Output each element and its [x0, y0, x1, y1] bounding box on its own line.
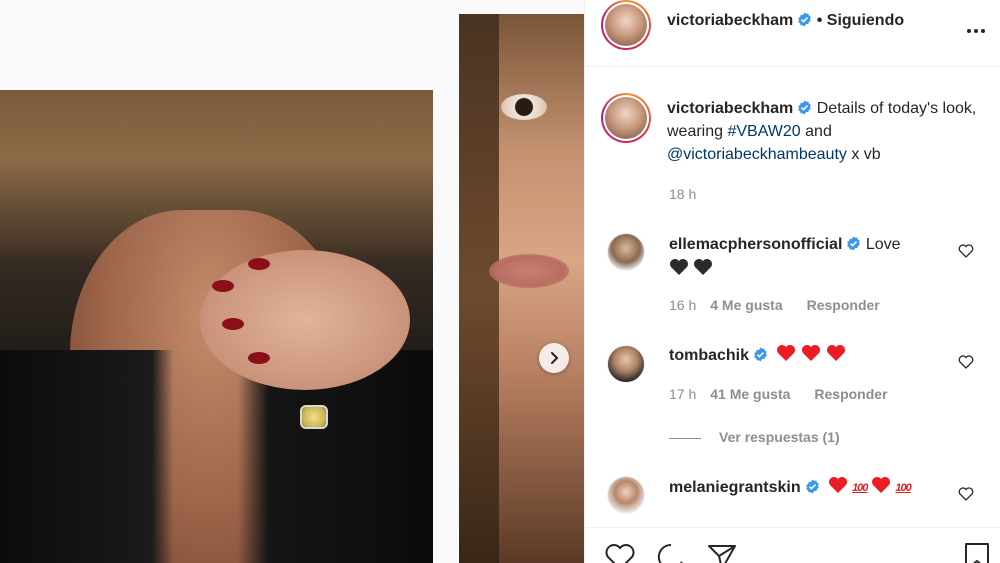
commenter-avatar[interactable] [607, 345, 645, 383]
black-hearts [669, 258, 713, 281]
like-heart-icon[interactable] [605, 542, 635, 563]
following-label[interactable]: • Siguiendo [817, 12, 904, 29]
black-heart-icon [670, 259, 688, 275]
comment: melaniegrantskin 100 100 [669, 476, 912, 500]
commenter-avatar[interactable] [607, 233, 645, 271]
heart-outline-icon[interactable] [958, 243, 974, 259]
author-username[interactable]: victoriabeckham [667, 12, 793, 29]
comment: ellemacphersonofficial Love [669, 233, 901, 256]
comment-text: Love [865, 236, 901, 253]
black-heart-icon [694, 259, 713, 275]
verified-badge-icon [798, 100, 812, 115]
post-side-panel: victoriabeckham • Siguiendo victoriabeck… [584, 0, 1000, 563]
comment-likes[interactable]: 4 Me gusta [710, 297, 782, 313]
comment-username[interactable]: ellemacphersonofficial [669, 236, 842, 253]
verified-badge-icon [847, 236, 861, 251]
hundred-points-icon: 100 [852, 482, 868, 494]
post-photo-next[interactable] [459, 14, 584, 563]
instagram-post-view: victoriabeckham • Siguiendo victoriabeck… [0, 0, 1000, 563]
heart-outline-icon[interactable] [958, 354, 974, 370]
red-heart-icon [872, 477, 891, 493]
author-avatar[interactable] [601, 0, 651, 50]
verified-badge-icon [798, 12, 812, 27]
caption-tail: x vb [851, 146, 881, 163]
comment-likes[interactable]: 41 Me gusta [710, 386, 790, 402]
hashtag-link[interactable]: #VBAW20 [727, 123, 800, 140]
caption-timestamp: 18 h [669, 186, 697, 202]
comment-icon[interactable] [656, 542, 686, 563]
post-actions-bar [585, 527, 1000, 563]
caption-author-avatar[interactable] [601, 93, 651, 143]
verified-badge-icon [754, 347, 767, 362]
ring [300, 405, 328, 429]
hundred-points-icon: 100 [895, 482, 911, 494]
post-photo-main [0, 90, 433, 563]
view-replies-button[interactable]: Ver respuestas (1) [669, 429, 840, 445]
reply-button[interactable]: Responder [807, 297, 880, 313]
commenter-avatar[interactable] [607, 476, 645, 514]
next-photo-button[interactable] [539, 343, 569, 373]
caption-username[interactable]: victoriabeckham [667, 100, 793, 117]
comment-username[interactable]: tombachik [669, 347, 749, 364]
bookmark-icon[interactable] [962, 542, 992, 563]
comment: tombachik [669, 344, 847, 367]
mention-link[interactable]: @victoriabeckhambeauty [667, 146, 847, 163]
chevron-right-icon [551, 352, 559, 364]
caption-and: and [805, 123, 832, 140]
comment-meta: 16 h 4 Me gusta Responder [669, 297, 880, 313]
more-options-icon[interactable] [967, 20, 991, 33]
post-caption: victoriabeckham Details of today's look,… [667, 97, 987, 166]
reply-button[interactable]: Responder [814, 386, 887, 402]
comment-username[interactable]: melaniegrantskin [669, 479, 801, 496]
red-heart-icon [827, 345, 846, 361]
comment-time: 16 h [669, 297, 697, 313]
heart-outline-icon[interactable] [958, 486, 974, 502]
verified-badge-icon [805, 479, 819, 494]
share-icon[interactable] [707, 542, 737, 563]
red-heart-icon [777, 345, 796, 361]
comment-meta: 17 h 41 Me gusta Responder [669, 386, 888, 402]
post-header: victoriabeckham • Siguiendo [585, 0, 1000, 67]
red-heart-icon [829, 477, 848, 493]
red-heart-icon [802, 345, 821, 361]
comment-time: 17 h [669, 386, 697, 402]
